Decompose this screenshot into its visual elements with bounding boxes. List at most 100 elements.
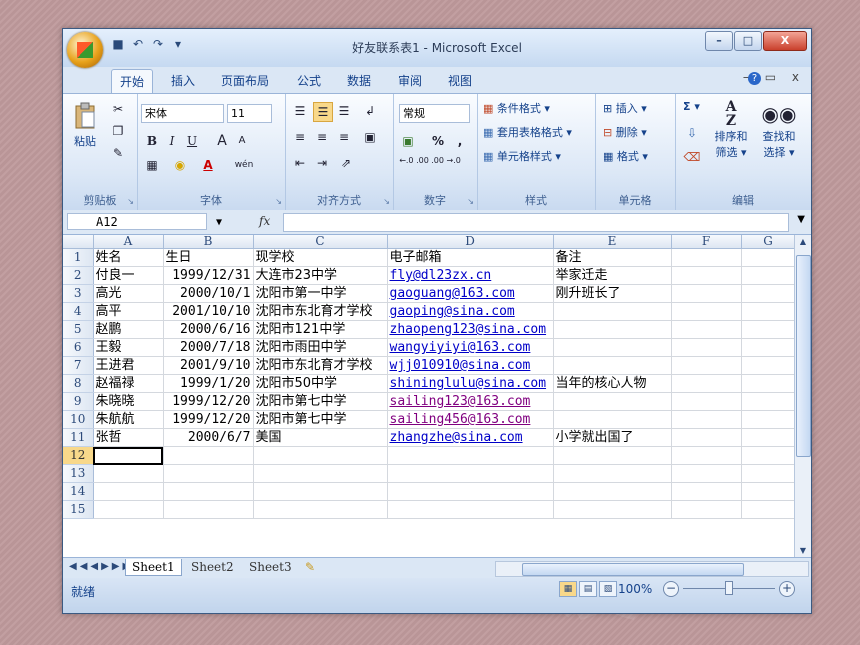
dialog-launcher-icon[interactable]: ↘ <box>275 197 282 206</box>
scroll-up-icon[interactable]: ▲ <box>795 237 811 246</box>
cell-f[interactable] <box>671 428 742 447</box>
shrink-font-button[interactable]: A <box>233 132 251 150</box>
cell-f[interactable] <box>671 338 742 357</box>
row-header[interactable]: 7 <box>63 356 94 375</box>
cell-d[interactable]: sailing123@163.com <box>387 392 554 411</box>
cell-d[interactable] <box>387 464 554 483</box>
formula-input[interactable] <box>283 213 789 232</box>
cell-f[interactable] <box>671 302 742 321</box>
cell-d[interactable] <box>387 500 554 519</box>
chevron-down-icon[interactable]: ▼ <box>216 214 222 231</box>
cell-a[interactable]: 赵鹏 <box>93 320 164 339</box>
cell-c[interactable]: 沈阳市50中学 <box>253 374 388 393</box>
cell-f[interactable] <box>671 464 742 483</box>
find-select-button[interactable]: ◉◉ 查找和 选择 ▾ <box>759 100 799 168</box>
zoom-out-icon[interactable]: − <box>663 581 679 597</box>
column-header[interactable]: E <box>553 235 672 249</box>
align-middle-icon[interactable]: ☰ <box>313 102 333 122</box>
cell-a[interactable]: 高光 <box>93 284 164 303</box>
cell-a[interactable]: 赵福禄 <box>93 374 164 393</box>
column-header[interactable]: A <box>93 235 164 249</box>
minimize-button[interactable]: – <box>705 31 733 51</box>
fill-icon[interactable]: ⇩ <box>683 124 701 142</box>
cell-c[interactable]: 沈阳市第一中学 <box>253 284 388 303</box>
cell-f[interactable] <box>671 482 742 501</box>
cell-f[interactable] <box>671 500 742 519</box>
cell-d[interactable]: gaoguang@163.com <box>387 284 554 303</box>
cell-e[interactable]: 举家迁走 <box>553 266 672 285</box>
cell-a[interactable] <box>93 464 164 483</box>
conditional-format-button[interactable]: ▦ 条件格式 ▾ <box>483 100 550 116</box>
sheet-tab-sheet3[interactable]: Sheet3 <box>243 559 298 575</box>
cell-e[interactable] <box>553 338 672 357</box>
cell-b[interactable]: 生日 <box>163 248 254 267</box>
cell-a[interactable] <box>93 482 164 501</box>
align-bottom-icon[interactable]: ☰ <box>335 102 353 120</box>
format-cells-button[interactable]: ▦ 格式 ▾ <box>603 148 648 164</box>
row-header[interactable]: 6 <box>63 338 94 357</box>
cell-c[interactable]: 沈阳市第七中学 <box>253 410 388 429</box>
zoom-slider-thumb[interactable] <box>725 581 733 595</box>
border-icon[interactable]: ▦ <box>143 156 161 174</box>
scroll-thumb[interactable] <box>522 563 744 576</box>
cell-g[interactable] <box>741 500 796 519</box>
cell-b[interactable]: 2001/9/10 <box>163 356 254 375</box>
cell-a[interactable]: 付良一 <box>93 266 164 285</box>
cell-e[interactable] <box>553 482 672 501</box>
cell-b[interactable]: 2001/10/10 <box>163 302 254 321</box>
cell-a[interactable] <box>93 446 164 465</box>
cell-b[interactable]: 2000/10/1 <box>163 284 254 303</box>
email-link[interactable]: zhaopeng123@sina.com <box>390 322 547 337</box>
cell-e[interactable] <box>553 320 672 339</box>
cell-b[interactable] <box>163 500 254 519</box>
comma-button[interactable]: , <box>451 132 469 150</box>
horizontal-scrollbar[interactable] <box>495 561 809 577</box>
cell-f[interactable] <box>671 374 742 393</box>
paste-button[interactable]: 粘贴 <box>71 102 99 149</box>
email-link[interactable]: wjj010910@sina.com <box>390 358 531 373</box>
scroll-down-icon[interactable]: ▼ <box>795 546 811 555</box>
bold-button[interactable]: B <box>143 132 161 150</box>
email-link[interactable]: gaoguang@163.com <box>390 286 515 301</box>
page-layout-view-icon[interactable]: ▤ <box>579 581 597 597</box>
cell-e[interactable]: 刚升班长了 <box>553 284 672 303</box>
cell-b[interactable]: 1999/1/20 <box>163 374 254 393</box>
cell-c[interactable]: 现学校 <box>253 248 388 267</box>
column-header[interactable]: G <box>741 235 796 249</box>
column-header[interactable]: C <box>253 235 388 249</box>
cell-b[interactable]: 1999/12/20 <box>163 410 254 429</box>
dialog-launcher-icon[interactable]: ↘ <box>127 197 134 206</box>
cell-d[interactable]: zhaopeng123@sina.com <box>387 320 554 339</box>
cell-g[interactable] <box>741 302 796 321</box>
row-header[interactable]: 4 <box>63 302 94 321</box>
cell-g[interactable] <box>741 248 796 267</box>
number-format-select[interactable]: 常规 <box>399 104 470 123</box>
copy-icon[interactable]: ❐ <box>109 122 127 140</box>
page-break-view-icon[interactable]: ▧ <box>599 581 617 597</box>
font-name-select[interactable]: 宋体 <box>141 104 224 123</box>
merge-center-icon[interactable]: ▣ <box>361 128 379 146</box>
cell-a[interactable]: 张哲 <box>93 428 164 447</box>
phonetic-button[interactable]: wén <box>229 156 259 174</box>
wrap-text-icon[interactable]: ↲ <box>361 102 379 120</box>
maximize-button[interactable]: □ <box>734 31 762 51</box>
row-header[interactable]: 9 <box>63 392 94 411</box>
align-right-icon[interactable]: ≡ <box>335 128 353 146</box>
cell-b[interactable] <box>163 446 254 465</box>
row-header[interactable]: 15 <box>63 500 94 519</box>
row-header[interactable]: 8 <box>63 374 94 393</box>
cell-g[interactable] <box>741 482 796 501</box>
cell-d[interactable]: shininglulu@sina.com <box>387 374 554 393</box>
cell-f[interactable] <box>671 446 742 465</box>
column-header[interactable]: F <box>671 235 742 249</box>
cell-a[interactable] <box>93 500 164 519</box>
cell-b[interactable]: 1999/12/20 <box>163 392 254 411</box>
cell-c[interactable]: 沈阳市雨田中学 <box>253 338 388 357</box>
row-header[interactable]: 11 <box>63 428 94 447</box>
cell-g[interactable] <box>741 464 796 483</box>
cell-e[interactable] <box>553 356 672 375</box>
orientation-icon[interactable]: ⇗ <box>337 154 355 172</box>
tab-formulas[interactable]: 公式 <box>297 72 321 89</box>
cell-c[interactable]: 沈阳市东北育才学校 <box>253 302 388 321</box>
tab-view[interactable]: 视图 <box>448 72 472 89</box>
